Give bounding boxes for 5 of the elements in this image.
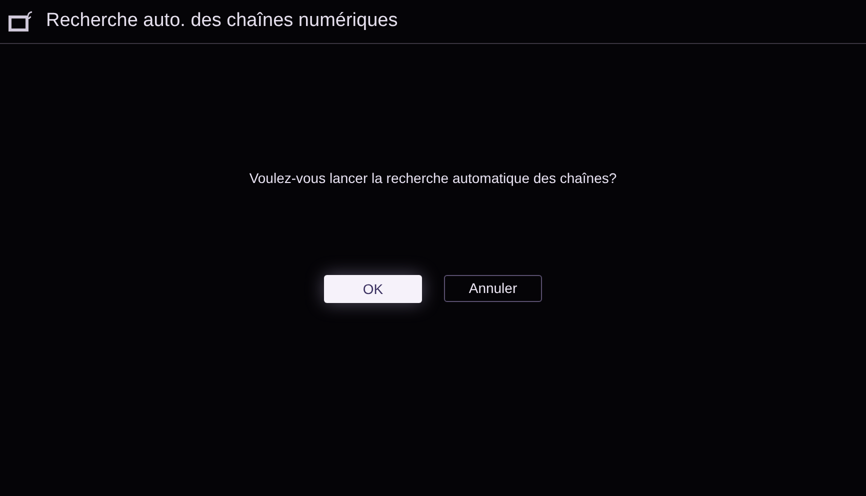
dialog-button[interactable]: Annuler <box>444 275 542 302</box>
dialog-button[interactable]: OK <box>324 275 422 303</box>
window-title: Recherche auto. des chaînes numériques <box>46 9 398 34</box>
dialog-message: Voulez-vous lancer la recherche automatique des chaînes? <box>249 169 617 188</box>
tv-signal-icon <box>8 10 34 32</box>
